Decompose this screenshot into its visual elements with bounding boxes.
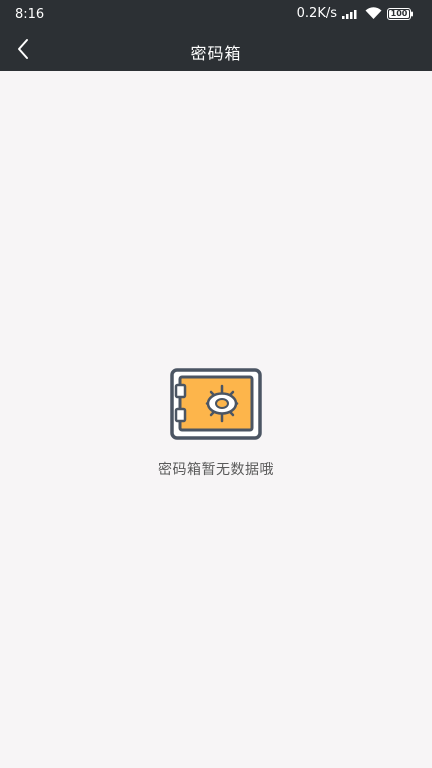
status-bar: 8:16 0.2K/s 100 <box>0 0 432 30</box>
status-indicators: 0.2K/s 100 <box>297 6 414 21</box>
empty-message: 密码箱暂无数据哦 <box>158 462 274 478</box>
network-speed: 0.2K/s <box>296 6 337 21</box>
battery-level: 100 <box>390 8 408 18</box>
empty-state: 密码箱暂无数据哦 <box>0 368 432 479</box>
wifi-icon <box>365 7 382 20</box>
battery-icon: 100 <box>387 7 414 20</box>
status-time: 8:16 <box>15 7 45 22</box>
signal-icon <box>342 8 360 19</box>
safe-icon <box>170 368 262 442</box>
page-title: 密码箱 <box>190 44 242 63</box>
app-header: 密码箱 <box>0 30 432 71</box>
